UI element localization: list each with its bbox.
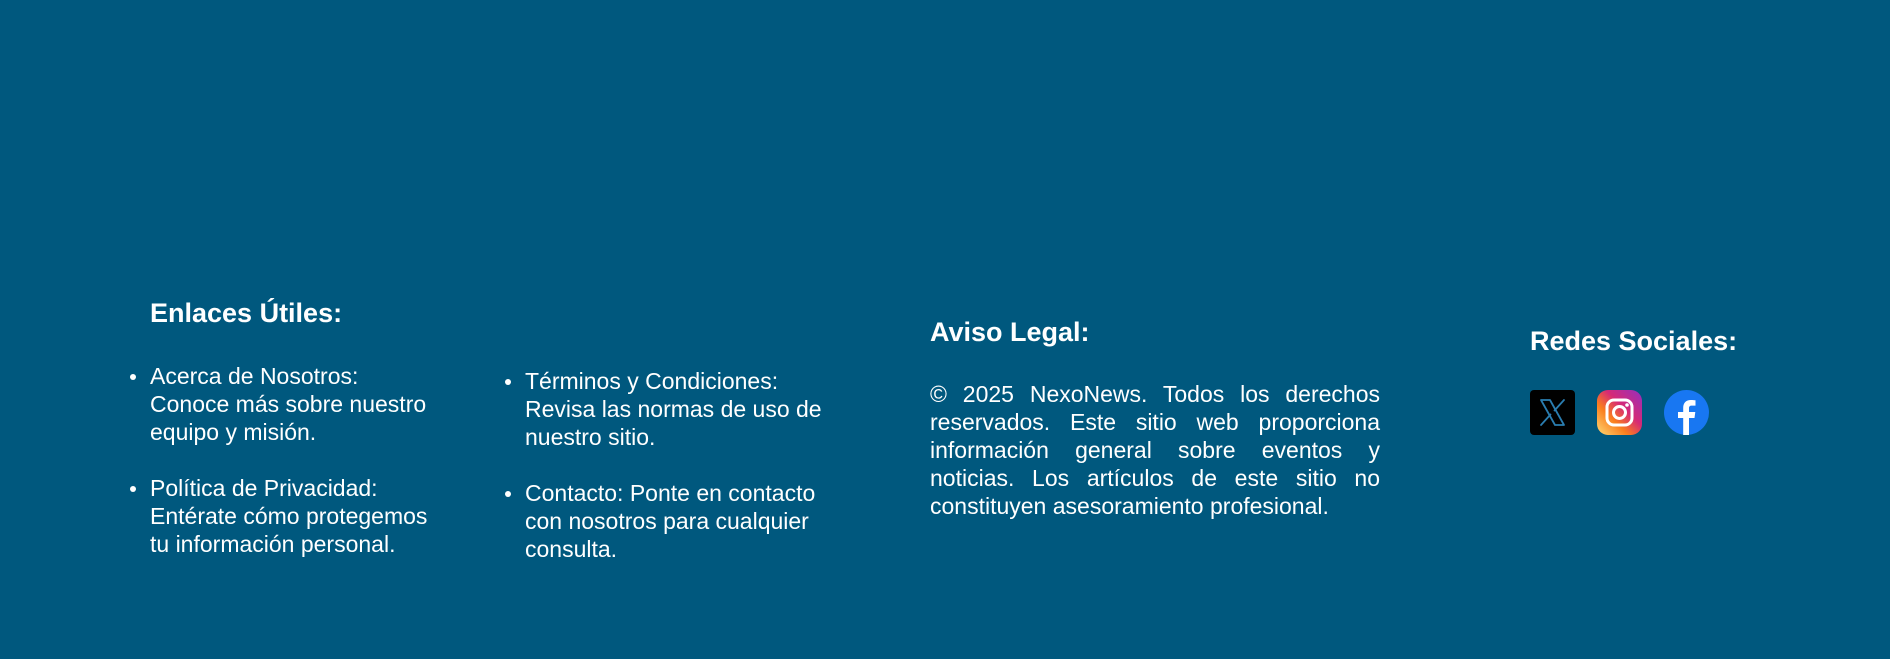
link-terms-conditions[interactable]: Términos y Condiciones: Revisa las norma… xyxy=(505,367,825,451)
link-privacy-policy[interactable]: Política de Privacidad: Entérate cómo pr… xyxy=(130,474,440,558)
link-about-us[interactable]: Acerca de Nosotros: Conoce más sobre nue… xyxy=(130,362,440,446)
facebook-icon[interactable] xyxy=(1664,390,1709,435)
legal-notice-heading: Aviso Legal: xyxy=(930,317,1090,347)
link-contact[interactable]: Contacto: Ponte en contacto con nosotros… xyxy=(505,479,825,563)
instagram-icon[interactable] xyxy=(1597,390,1642,435)
useful-links-heading: Enlaces Útiles: xyxy=(150,298,343,328)
social-icons xyxy=(1530,390,1709,435)
x-icon[interactable] xyxy=(1530,390,1575,435)
useful-links-list-1: Acerca de Nosotros: Conoce más sobre nue… xyxy=(130,362,440,586)
site-footer: Enlaces Útiles: Acerca de Nosotros: Cono… xyxy=(0,0,1890,659)
legal-notice-text: © 2025 NexoNews. Todos los derechos rese… xyxy=(930,381,1380,519)
useful-links-list-2: Términos y Condiciones: Revisa las norma… xyxy=(505,367,825,591)
social-networks-heading: Redes Sociales: xyxy=(1530,326,1738,356)
